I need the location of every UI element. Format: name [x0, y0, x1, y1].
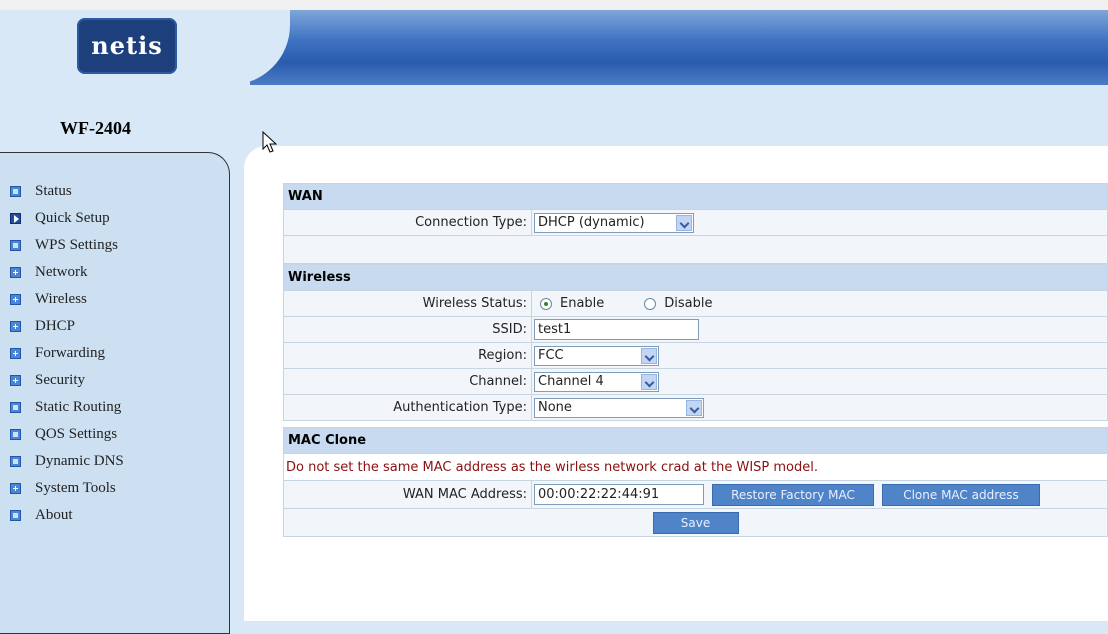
nav-label: System Tools — [35, 480, 116, 496]
wireless-section-header: Wireless — [283, 264, 1108, 291]
mouse-cursor-icon — [262, 131, 278, 153]
nav-item-status[interactable]: Status — [10, 178, 124, 205]
section-title: Wireless — [288, 270, 351, 285]
netis-logo: netis — [77, 18, 177, 74]
wan-mac-label: WAN MAC Address: — [284, 481, 532, 508]
enable-radio[interactable] — [540, 297, 552, 310]
channel-row: Channel: Channel 4 — [283, 369, 1108, 395]
header-banner — [250, 10, 1108, 85]
chevron-down-icon — [676, 214, 692, 231]
page-icon — [10, 240, 21, 251]
select-value: FCC — [538, 348, 564, 363]
select-value: Channel 4 — [538, 374, 604, 389]
select-value: DHCP (dynamic) — [538, 215, 645, 230]
region-row: Region: FCC — [283, 343, 1108, 369]
nav-label: About — [35, 507, 73, 523]
ssid-label: SSID: — [284, 317, 532, 342]
nav-item-qos-settings[interactable]: QOS Settings — [10, 421, 124, 448]
nav-label: Quick Setup — [35, 210, 110, 226]
logo-text: netis — [91, 31, 163, 60]
nav-item-security[interactable]: Security — [10, 367, 124, 394]
channel-label: Channel: — [284, 369, 532, 394]
disable-radio[interactable] — [644, 297, 657, 310]
mac-clone-warning: Do not set the same MAC address as the w… — [283, 454, 1108, 480]
page-icon — [10, 402, 21, 413]
section-title: MAC Clone — [288, 433, 367, 448]
chevron-down-icon — [686, 399, 702, 416]
chevron-down-icon — [641, 373, 657, 390]
authentication-type-row: Authentication Type: None — [283, 395, 1108, 421]
nav-label: Security — [35, 372, 85, 388]
chevron-down-icon — [641, 347, 657, 364]
nav-label: WPS Settings — [35, 237, 118, 253]
spacer-row — [283, 236, 1108, 264]
nav-label: Network — [35, 264, 88, 280]
disable-label: Disable — [664, 296, 713, 311]
expand-icon — [10, 483, 21, 494]
page-icon — [10, 510, 21, 521]
window-top-strip — [0, 0, 1108, 10]
channel-select[interactable]: Channel 4 — [534, 371, 659, 392]
nav-item-dynamic-dns[interactable]: Dynamic DNS — [10, 448, 124, 475]
page-icon — [10, 429, 21, 440]
connection-type-label: Connection Type: — [284, 210, 532, 235]
page-icon — [10, 186, 21, 197]
nav-item-quick-setup[interactable]: Quick Setup — [10, 205, 124, 232]
section-title: WAN — [288, 189, 323, 204]
expand-icon — [10, 294, 21, 305]
page-icon — [10, 456, 21, 467]
wan-mac-row: WAN MAC Address: 00:00:22:22:44:91 Resto… — [283, 480, 1108, 509]
wan-section-header: WAN — [283, 183, 1108, 210]
expand-icon — [10, 321, 21, 332]
authentication-type-label: Authentication Type: — [284, 395, 532, 420]
quick-setup-form: WAN Connection Type: DHCP (dynamic) Wire… — [283, 183, 1108, 537]
sidebar-nav: Status Quick Setup WPS Settings Network … — [10, 178, 124, 529]
nav-item-static-routing[interactable]: Static Routing — [10, 394, 124, 421]
nav-item-about[interactable]: About — [10, 502, 124, 529]
select-value: None — [538, 400, 572, 415]
nav-item-wireless[interactable]: Wireless — [10, 286, 124, 313]
nav-label: Forwarding — [35, 345, 105, 361]
clone-mac-address-button[interactable]: Clone MAC address — [882, 483, 1040, 506]
nav-item-dhcp[interactable]: DHCP — [10, 313, 124, 340]
mac-clone-section-header: MAC Clone — [283, 427, 1108, 454]
nav-item-wps-settings[interactable]: WPS Settings — [10, 232, 124, 259]
wan-mac-input[interactable]: 00:00:22:22:44:91 — [534, 484, 704, 505]
nav-item-forwarding[interactable]: Forwarding — [10, 340, 124, 367]
connection-type-select[interactable]: DHCP (dynamic) — [534, 212, 694, 233]
nav-item-network[interactable]: Network — [10, 259, 124, 286]
ssid-input[interactable]: test1 — [534, 319, 699, 340]
region-select[interactable]: FCC — [534, 345, 659, 366]
enable-label: Enable — [560, 296, 605, 311]
expand-icon — [10, 267, 21, 278]
nav-item-system-tools[interactable]: System Tools — [10, 475, 124, 502]
nav-label: DHCP — [35, 318, 76, 334]
ssid-row: SSID: test1 — [283, 317, 1108, 343]
wireless-status-row: Wireless Status: Enable Disable — [283, 291, 1108, 317]
expand-icon — [10, 375, 21, 386]
authentication-type-select[interactable]: None — [534, 397, 704, 418]
nav-label: Wireless — [35, 291, 87, 307]
nav-label: Status — [35, 183, 72, 199]
wireless-status-label: Wireless Status: — [284, 291, 532, 316]
model-name: WF-2404 — [60, 118, 131, 138]
expand-icon — [10, 348, 21, 359]
nav-label: QOS Settings — [35, 426, 118, 442]
restore-factory-mac-button[interactable]: Restore Factory MAC — [712, 483, 874, 506]
connection-type-row: Connection Type: DHCP (dynamic) — [283, 210, 1108, 236]
arrow-icon — [10, 213, 21, 224]
nav-label: Static Routing — [35, 399, 122, 415]
nav-label: Dynamic DNS — [35, 453, 124, 469]
save-row: Save — [283, 509, 1108, 537]
save-button[interactable]: Save — [652, 511, 739, 534]
region-label: Region: — [284, 343, 532, 368]
